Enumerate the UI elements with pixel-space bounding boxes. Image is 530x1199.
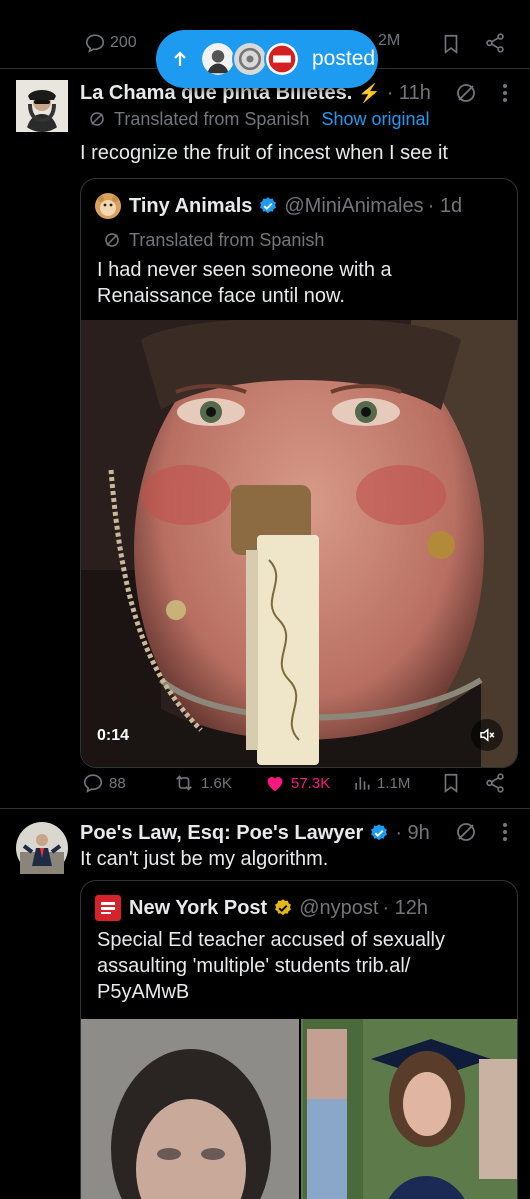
posted-label: posted	[312, 47, 376, 70]
tweet-time[interactable]: · 11h	[387, 82, 431, 105]
avatar-image	[16, 822, 68, 874]
reply-icon	[85, 34, 105, 53]
retweet-button[interactable]: 1.6K	[172, 772, 232, 794]
quote-tweet[interactable]: New York Post @nypost · 12h Special Ed t…	[80, 880, 518, 1199]
heart-filled-icon	[267, 777, 283, 792]
tweet-time[interactable]: · 9h	[395, 822, 429, 845]
reply-button[interactable]: 200	[84, 32, 137, 54]
views-button[interactable]: 1.1M	[352, 772, 410, 794]
like-button[interactable]: 57.3K	[264, 772, 330, 794]
arrow-up-icon	[174, 51, 186, 66]
author-name[interactable]: Poe's Law, Esq: Poe's Lawyer	[80, 822, 363, 845]
retweet-icon	[176, 775, 192, 791]
share-button[interactable]	[484, 772, 506, 794]
nypost-logo	[95, 895, 121, 921]
more-vertical-icon	[503, 84, 507, 102]
views-button[interactable]: 2M	[378, 32, 400, 50]
views-count: 1.1M	[377, 774, 411, 792]
quote-handle: @MiniAnimales	[284, 194, 424, 217]
share-icon	[486, 33, 504, 53]
mute-button[interactable]	[471, 719, 503, 751]
tweet-text: It can't just be my algorithm.	[80, 848, 329, 870]
new-posts-pill[interactable]: posted	[156, 30, 378, 88]
bookmark-button[interactable]	[440, 32, 462, 56]
tweet1-actions: 88 1.6K 57.3K 1.1M	[0, 770, 530, 796]
bookmark-icon	[444, 34, 458, 54]
quote-time: · 12h	[382, 896, 429, 919]
views-count: 2M	[378, 32, 401, 49]
grok-icon	[457, 84, 475, 102]
translate-icon	[90, 112, 104, 126]
translation-row: Translated from Spanish Show original	[88, 108, 430, 130]
hamster-avatar-image	[95, 193, 121, 219]
translated-label: Translated from Spanish	[114, 108, 310, 129]
gold-verified-badge-icon	[275, 899, 292, 916]
quote-translated-label: Translated from Spanish	[129, 229, 325, 250]
nypost-logo-image	[98, 898, 118, 918]
share-button[interactable]	[484, 32, 506, 54]
quote-author-name: New York Post	[129, 896, 268, 919]
divider	[0, 808, 530, 809]
translate-icon	[105, 233, 119, 247]
avatar-image	[16, 80, 68, 132]
video-timestamp: 0:14	[97, 727, 130, 744]
video-frame-image	[81, 320, 517, 767]
poster-avatar-1	[200, 41, 236, 77]
tweet-text: I recognize the fruit of incest when I s…	[80, 142, 448, 164]
lightning-emoji: ⚡	[358, 82, 381, 103]
bno-news-avatar	[264, 41, 300, 77]
more-vertical-icon	[503, 823, 507, 841]
video-player[interactable]: 0:14	[81, 320, 517, 767]
quote-header: New York Post @nypost · 12h	[129, 895, 428, 921]
reply-count: 88	[109, 774, 126, 792]
analytics-icon	[355, 777, 370, 790]
quote-handle: @nypost	[299, 896, 379, 919]
mugshot-and-graduation-photo	[81, 1019, 517, 1199]
quote-time: · 1d	[427, 194, 463, 217]
poster-avatar-2	[232, 41, 268, 77]
article-image[interactable]	[81, 1019, 517, 1199]
grok-button[interactable]	[454, 820, 478, 844]
tweet2-header: Poe's Law, Esq: Poe's Lawyer · 9h	[80, 820, 430, 846]
avatar[interactable]	[16, 822, 68, 874]
grok-icon	[457, 823, 475, 841]
show-original-link[interactable]: Show original	[321, 109, 429, 130]
bookmark-icon	[444, 773, 458, 793]
retweet-count: 1.6K	[201, 774, 232, 792]
reply-count: 200	[110, 34, 137, 51]
like-count: 57.3K	[291, 774, 331, 792]
quote-author-name: Tiny Animals	[129, 194, 253, 217]
quote-text: I had never seen someone with a Renaissa…	[97, 259, 392, 307]
quote-translation-row: Translated from Spanish	[103, 229, 324, 251]
quote-tweet[interactable]: Tiny Animals @MiniAnimales · 1d Translat…	[80, 178, 518, 768]
share-icon	[486, 773, 504, 793]
quote-header: Tiny Animals @MiniAnimales · 1d	[129, 193, 462, 219]
verified-badge-icon	[371, 824, 388, 841]
verified-badge-icon	[260, 197, 277, 214]
grok-button[interactable]	[454, 81, 478, 105]
muted-speaker-icon	[480, 728, 495, 742]
reply-icon	[83, 774, 103, 793]
more-options-button[interactable]	[500, 82, 510, 104]
quote-avatar	[95, 193, 121, 219]
bookmark-button[interactable]	[440, 771, 462, 795]
quote-text: Special Ed teacher accused of sexually a…	[97, 929, 445, 1003]
avatar[interactable]	[16, 80, 68, 132]
reply-button[interactable]: 88	[82, 772, 126, 794]
more-options-button[interactable]	[500, 821, 510, 843]
